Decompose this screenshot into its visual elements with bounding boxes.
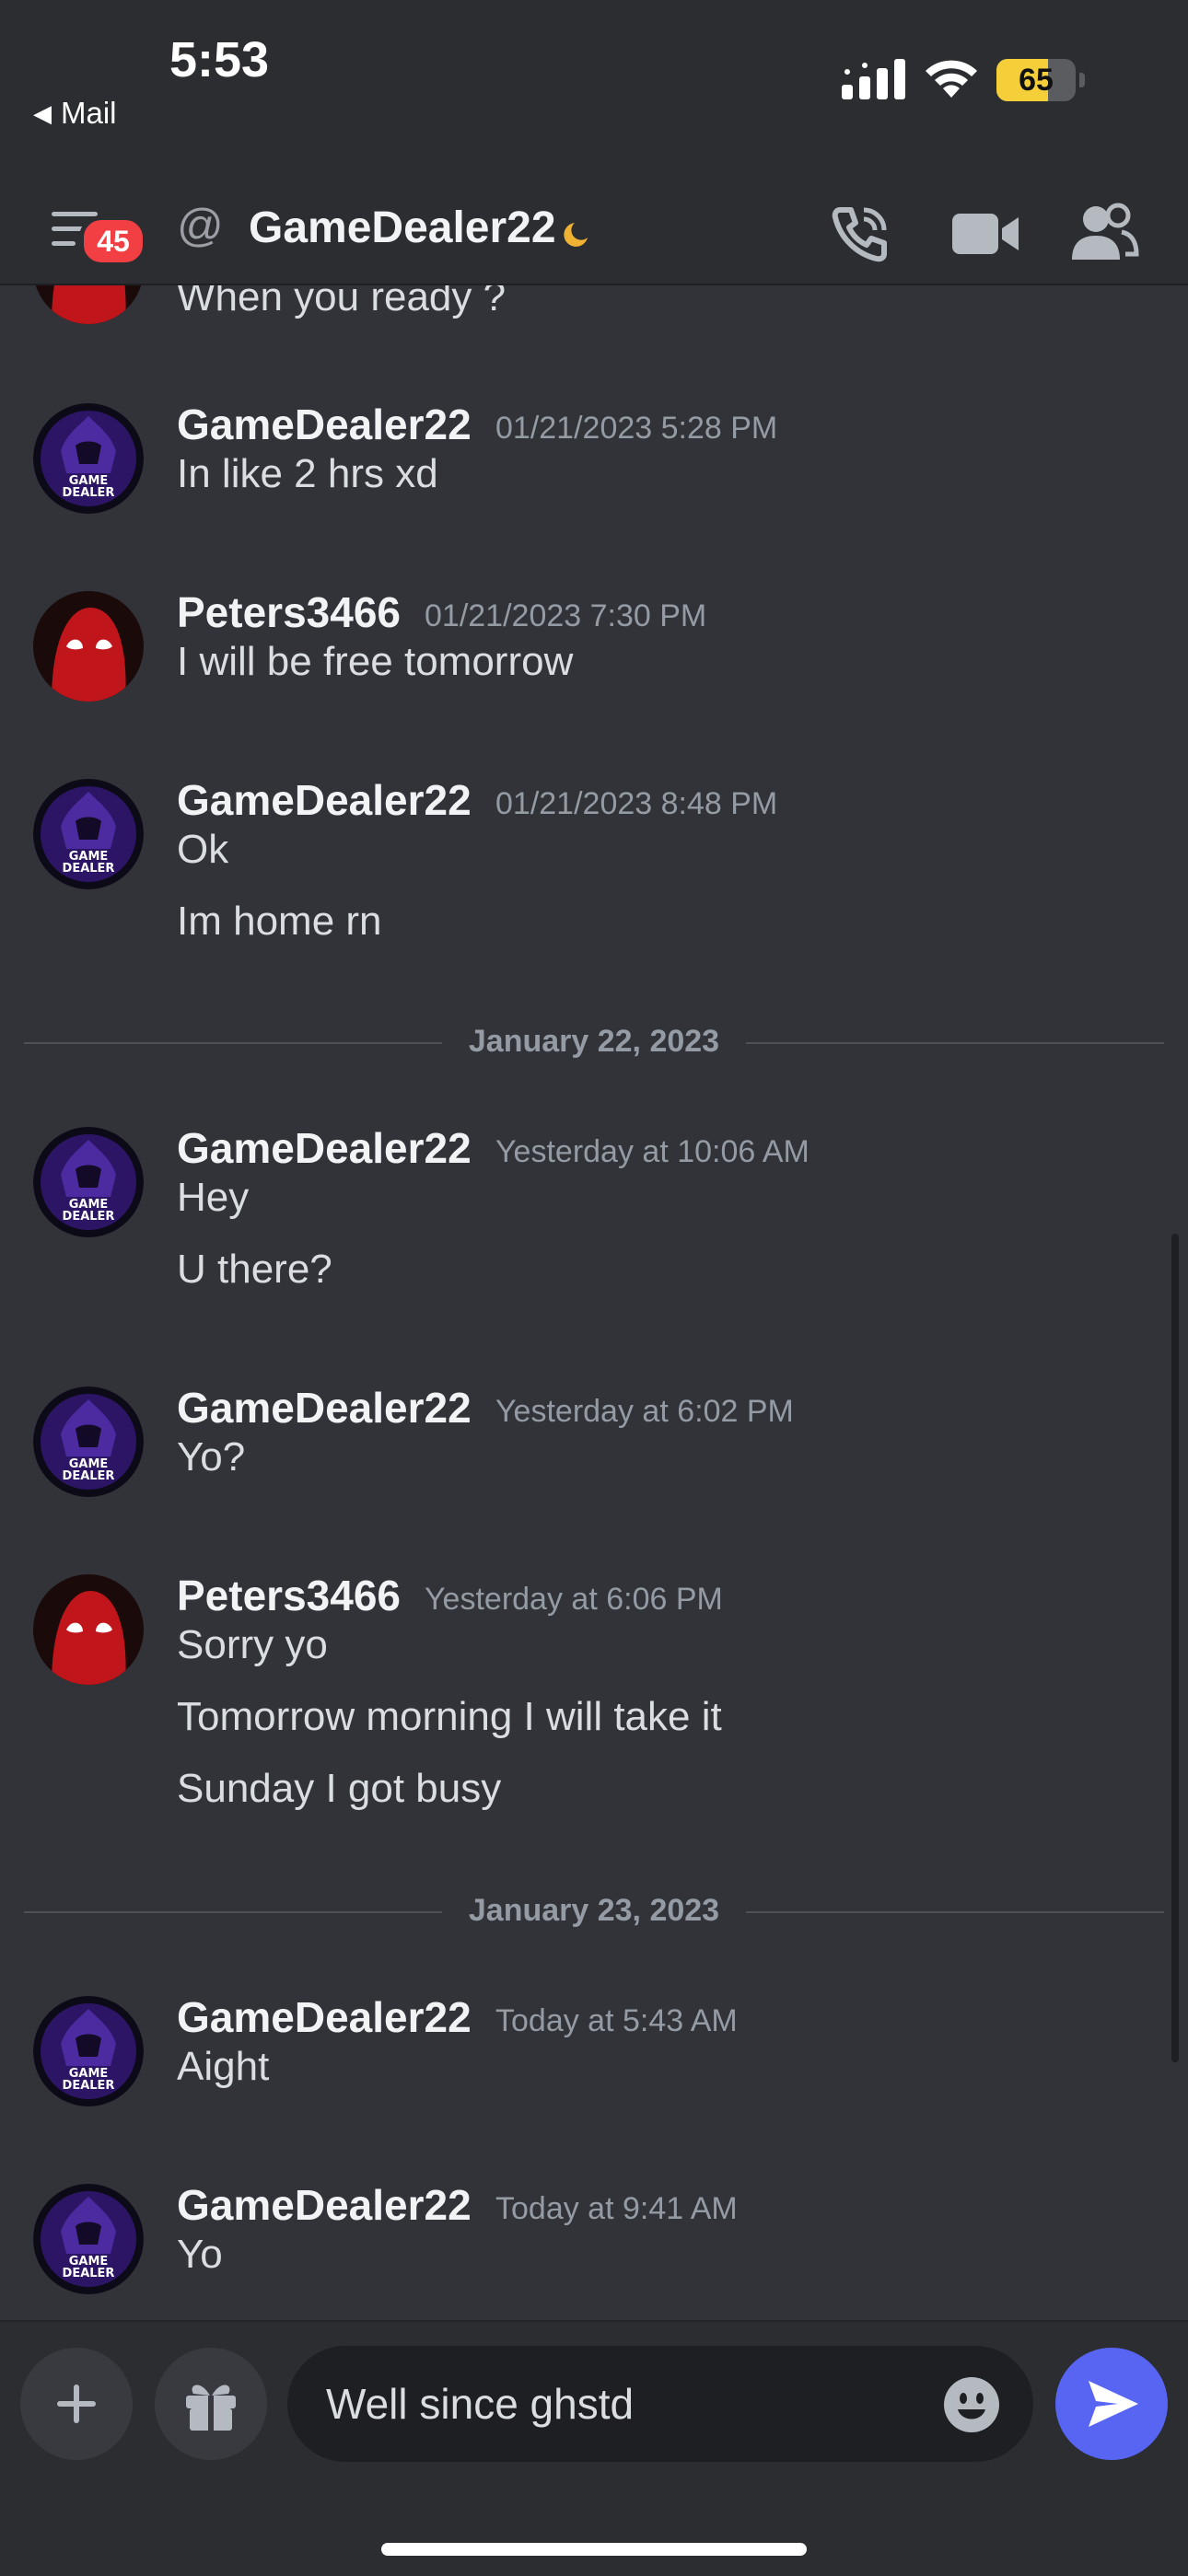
channel-header: 45 @ GameDealer22 — [0, 184, 1188, 285]
message-timestamp: Yesterday at 6:06 PM — [425, 1582, 723, 1617]
message-text: Sunday I got busy — [177, 1766, 502, 1811]
back-label: Mail — [61, 96, 117, 130]
message-timestamp: Yesterday at 6:02 PM — [495, 1394, 794, 1429]
svg-text:DEALER: DEALER — [63, 2267, 115, 2280]
cellular-signal-icon — [842, 59, 905, 99]
status-bar: 5:53 ◀ Mail 65 — [0, 0, 1188, 184]
home-indicator — [381, 2543, 807, 2556]
back-to-mail-link[interactable]: ◀ Mail — [33, 96, 117, 131]
message-author[interactable]: GameDealer22 — [177, 1123, 472, 1173]
message-text: Tomorrow morning I will take it — [177, 1694, 722, 1739]
message-author[interactable]: GameDealer22 — [177, 1383, 472, 1433]
message-text: When you ready ? — [177, 285, 507, 319]
message-timestamp: Today at 9:41 AM — [495, 2191, 738, 2226]
message-list[interactable]: When you ready ? GAME DEALER GameDealer22… — [0, 285, 1188, 2320]
spiderman-avatar[interactable] — [33, 1574, 144, 1685]
gamedealer-avatar[interactable]: GAME DEALER — [33, 1127, 144, 1237]
message-author[interactable]: GameDealer22 — [177, 775, 472, 825]
message-text: In like 2 hrs xd — [177, 451, 438, 496]
svg-text:DEALER: DEALER — [63, 1469, 115, 1483]
send-button[interactable] — [1055, 2348, 1168, 2460]
date-divider-label: January 22, 2023 — [468, 1024, 720, 1059]
message-author[interactable]: GameDealer22 — [177, 2180, 472, 2230]
message-composer: Well since ghstd — [0, 2320, 1188, 2576]
message-timestamp: Yesterday at 10:06 AM — [495, 1134, 809, 1169]
message-author[interactable]: GameDealer22 — [177, 1992, 472, 2042]
message-timestamp: 01/21/2023 7:30 PM — [425, 598, 707, 633]
phone-call-icon[interactable] — [827, 201, 893, 267]
svg-text:DEALER: DEALER — [63, 1210, 115, 1224]
message-input[interactable]: Well since ghstd — [326, 2346, 634, 2462]
svg-text:DEALER: DEALER — [63, 2079, 115, 2093]
status-time: 5:53 — [169, 32, 270, 87]
notification-badge: 45 — [79, 215, 147, 267]
emoji-icon[interactable] — [943, 2376, 1000, 2433]
message-text: I will be free tomorrow — [177, 639, 574, 684]
battery-percent: 65 — [1019, 63, 1054, 98]
message-timestamp: Today at 5:43 AM — [495, 2003, 738, 2038]
plus-icon — [57, 2385, 96, 2423]
at-icon: @ — [177, 200, 224, 251]
wifi-icon — [926, 60, 977, 98]
gamedealer-avatar[interactable]: GAME DEALER — [33, 779, 144, 889]
add-attachment-button[interactable] — [20, 2348, 133, 2460]
back-triangle-icon: ◀ — [33, 99, 52, 127]
message-text: Hey — [177, 1175, 250, 1220]
message-text: U there? — [177, 1247, 332, 1292]
message-author[interactable]: Peters3466 — [177, 1571, 401, 1620]
send-icon — [1089, 2381, 1138, 2427]
gift-icon — [186, 2385, 236, 2431]
members-icon[interactable] — [1068, 201, 1140, 267]
gamedealer-avatar[interactable]: GAME DEALER — [33, 1996, 144, 2106]
spiderman-avatar[interactable] — [33, 285, 144, 324]
message-timestamp: 01/21/2023 5:28 PM — [495, 411, 778, 446]
svg-text:DEALER: DEALER — [63, 862, 115, 876]
channel-title[interactable]: GameDealer22 — [249, 203, 556, 253]
message-text: Sorry yo — [177, 1622, 328, 1667]
scrollbar-thumb[interactable] — [1171, 1234, 1179, 2062]
message-timestamp: 01/21/2023 8:48 PM — [495, 786, 778, 821]
message-author[interactable]: Peters3466 — [177, 587, 401, 637]
svg-text:DEALER: DEALER — [63, 486, 115, 500]
date-divider: January 22, 2023 — [24, 1024, 1164, 1061]
gamedealer-avatar[interactable]: GAME DEALER — [33, 403, 144, 514]
date-divider-label: January 23, 2023 — [468, 1893, 720, 1928]
message-text: Yo — [177, 2232, 223, 2277]
spiderman-avatar[interactable] — [33, 591, 144, 702]
gamedealer-avatar[interactable]: GAME DEALER — [33, 2184, 144, 2294]
message-text: Im home rn — [177, 899, 382, 944]
message-text: Ok — [177, 827, 229, 872]
message-text: Yo? — [177, 1434, 246, 1479]
idle-moon-icon — [564, 223, 588, 247]
gamedealer-avatar[interactable]: GAME DEALER — [33, 1387, 144, 1497]
video-camera-icon[interactable] — [950, 203, 1020, 265]
message-text: Aight — [177, 2044, 270, 2089]
message-field[interactable]: Well since ghstd — [287, 2346, 1033, 2462]
gift-button[interactable] — [155, 2348, 267, 2460]
message-author[interactable]: GameDealer22 — [177, 400, 472, 449]
date-divider: January 23, 2023 — [24, 1893, 1164, 1930]
battery-indicator: 65 — [996, 59, 1085, 101]
